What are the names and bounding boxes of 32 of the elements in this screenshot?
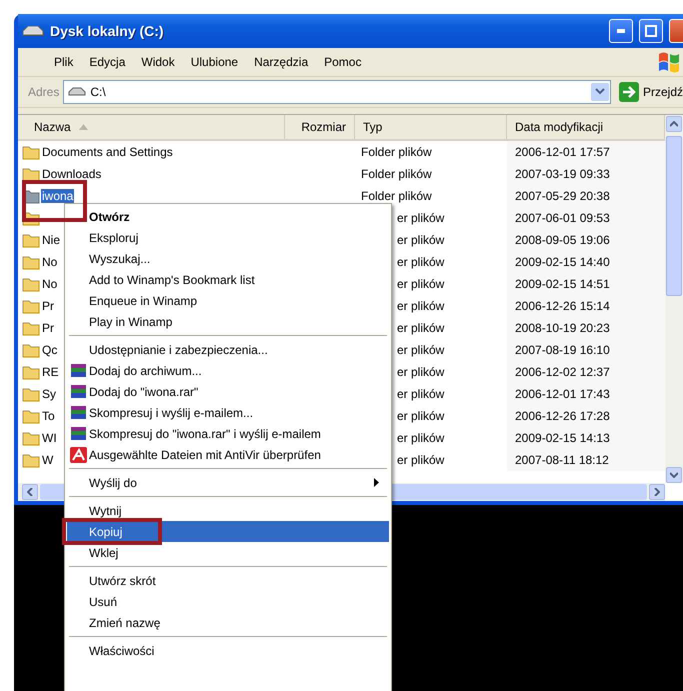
file-type: er plików — [396, 387, 446, 401]
file-date: 2007-05-29 20:38 — [507, 185, 665, 207]
file-date: 2006-12-02 12:37 — [507, 361, 665, 383]
file-date: 2009-02-15 14:51 — [507, 273, 665, 295]
file-type: er plików — [396, 211, 446, 225]
file-date: 2009-02-15 14:40 — [507, 251, 665, 273]
address-label: Adres — [28, 85, 60, 99]
file-type: er plików — [396, 233, 446, 247]
file-type: er plików — [396, 277, 446, 291]
file-date: 2007-06-01 09:53 — [507, 207, 665, 229]
file-type: Folder plików — [360, 189, 433, 203]
file-type: er plików — [396, 453, 446, 467]
file-date: 2007-08-19 16:10 — [507, 339, 665, 361]
file-date: 2006-12-01 17:57 — [507, 141, 665, 163]
file-date: 2008-09-05 19:06 — [507, 229, 665, 251]
file-type: er plików — [396, 255, 446, 269]
file-type: Folder plików — [360, 167, 433, 181]
file-type: er plików — [396, 343, 446, 357]
file-type: er plików — [396, 299, 446, 313]
window-title: Dysk lokalny (C:) — [50, 23, 165, 39]
file-date: 2007-03-19 09:33 — [507, 163, 665, 185]
file-date: 2007-08-11 18:12 — [507, 449, 665, 471]
file-date: 2008-10-19 20:23 — [507, 317, 665, 339]
file-type: Folder plików — [360, 145, 433, 159]
file-date: 2006-12-01 17:43 — [507, 383, 665, 405]
file-type: er plików — [396, 321, 446, 335]
file-type: er plików — [396, 365, 446, 379]
file-type: er plików — [396, 431, 446, 445]
file-type: er plików — [396, 409, 446, 423]
file-date: 2009-02-15 14:13 — [507, 427, 665, 449]
file-date: 2006-12-26 17:28 — [507, 405, 665, 427]
file-date: 2006-12-26 15:14 — [507, 295, 665, 317]
